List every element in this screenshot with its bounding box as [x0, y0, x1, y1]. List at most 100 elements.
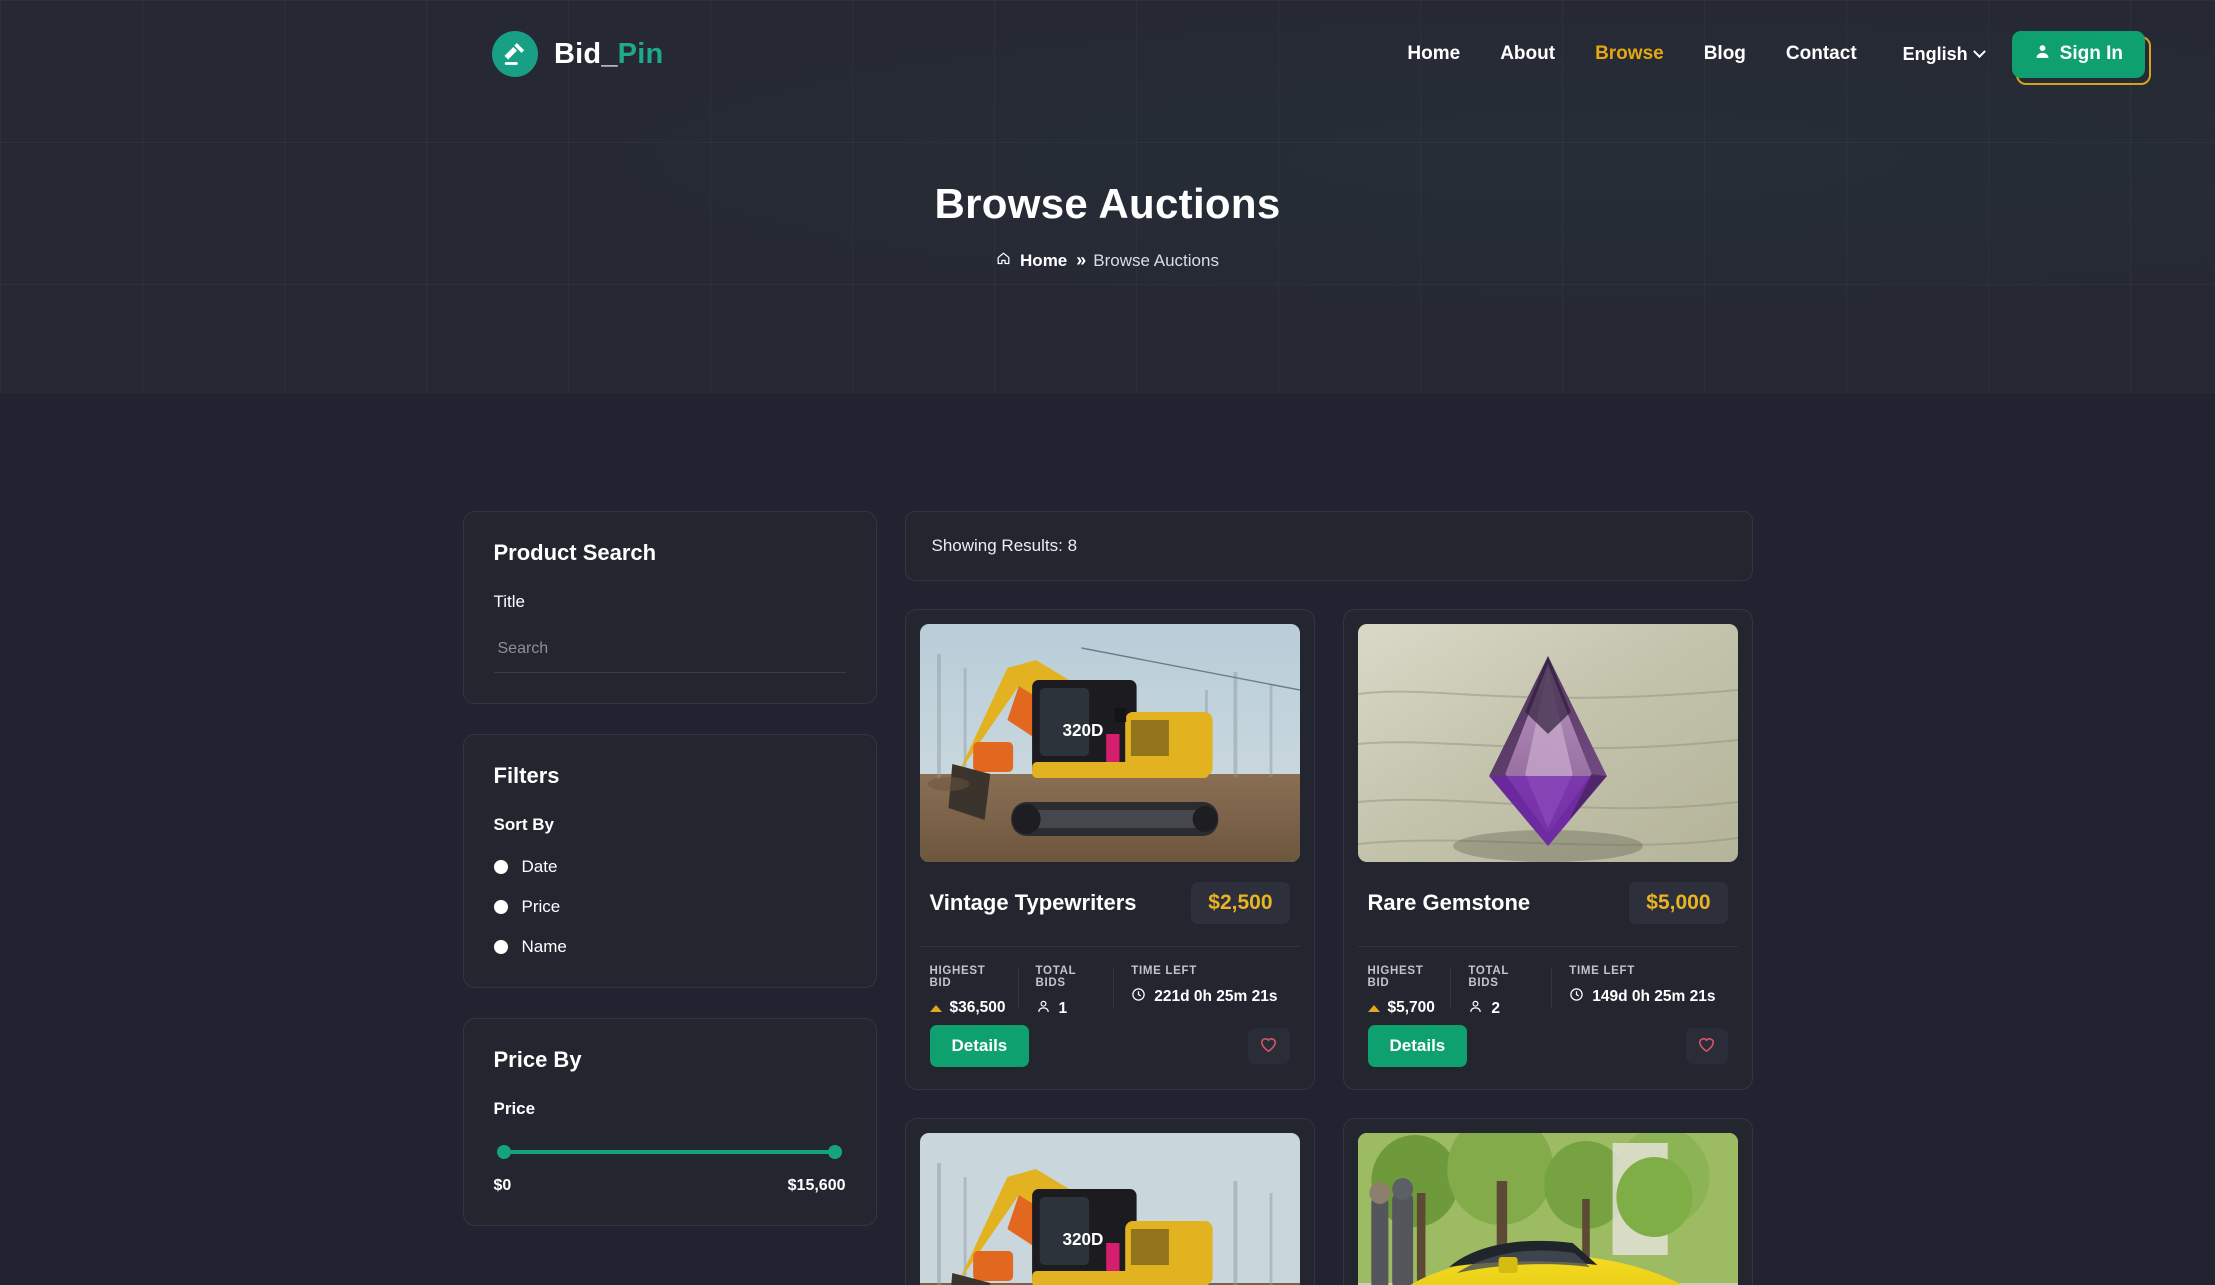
auction-card[interactable]: Rare Gemstone $5,000 HIGHEST BID $5,700: [1343, 609, 1753, 1090]
auction-card-header: Vintage Typewriters $2,500: [920, 862, 1300, 947]
page-title: Browse Auctions: [0, 180, 2215, 228]
filters-sidebar: Product Search Title Filters Sort By Dat…: [463, 511, 877, 1285]
stat-time-left-value: 149d 0h 25m 21s: [1592, 988, 1715, 1006]
auction-thumbnail-excavator[interactable]: 320D: [920, 1133, 1300, 1285]
home-icon: [996, 251, 1011, 271]
stat-total-bids-label: TOTAL BIDS: [1036, 965, 1102, 989]
heart-icon: [1259, 1035, 1278, 1057]
price-slider-label: Price: [494, 1099, 846, 1119]
svg-text:320D: 320D: [1062, 1229, 1103, 1250]
stat-time-left-value-row: 221d 0h 25m 21s: [1131, 987, 1277, 1007]
price-by-card: Price By Price $0 $15,600: [463, 1018, 877, 1226]
chevron-down-icon: [1973, 45, 1986, 58]
stat-highest-bid-value-row: $5,700: [1368, 999, 1439, 1017]
sign-in-wrapper: Sign In: [2012, 31, 2145, 78]
sign-in-label: Sign In: [2060, 43, 2123, 65]
favorite-button[interactable]: [1248, 1028, 1290, 1064]
sort-option-price-label: Price: [522, 897, 561, 917]
sort-option-price[interactable]: Price: [494, 897, 846, 917]
filters-card: Filters Sort By Date Price Name: [463, 734, 877, 988]
user-icon: [1036, 999, 1051, 1019]
auction-card[interactable]: 320D: [905, 1118, 1315, 1285]
nav-item-browse[interactable]: Browse: [1575, 35, 1684, 73]
gavel-icon: [492, 31, 538, 77]
filters-title: Filters: [494, 763, 846, 789]
stat-total-bids: TOTAL BIDS 1: [1018, 965, 1114, 1019]
stat-time-left-value: 221d 0h 25m 21s: [1154, 988, 1277, 1006]
hero-body: Browse Auctions Home ›› Browse Auctions: [0, 180, 2215, 271]
auction-thumbnail-excavator[interactable]: 320D: [920, 624, 1300, 862]
sort-by-label: Sort By: [494, 815, 846, 835]
stat-time-left-label: TIME LEFT: [1569, 965, 1715, 977]
brand-name-secondary: Pin: [618, 38, 664, 70]
nav-right-group: Home About Browse Blog Contact English: [1387, 31, 2145, 78]
main-content: Product Search Title Filters Sort By Dat…: [463, 393, 1753, 1285]
hero-section: Bid_Pin Home About Browse Blog Contact E…: [0, 0, 2215, 393]
user-icon: [2034, 43, 2051, 66]
price-by-title: Price By: [494, 1047, 846, 1073]
brand-logo-group[interactable]: Bid_Pin: [492, 31, 663, 77]
breadcrumb-home-label: Home: [1020, 251, 1067, 271]
search-input[interactable]: [494, 640, 846, 673]
auction-card[interactable]: [1343, 1118, 1753, 1285]
auction-card[interactable]: 320D Vintage Typewriters $2,500 HIGHEST …: [905, 609, 1315, 1090]
auction-card-header: Rare Gemstone $5,000: [1358, 862, 1738, 947]
stat-highest-bid-value-row: $36,500: [930, 999, 1006, 1017]
svg-text:320D: 320D: [1062, 720, 1103, 741]
price-min-value: $0: [494, 1177, 512, 1195]
price-slider-track: [499, 1150, 840, 1154]
stat-time-left: TIME LEFT 221d 0h 25m 21s: [1113, 965, 1289, 1019]
breadcrumb-separator: ››: [1076, 250, 1084, 271]
stat-total-bids-value-row: 2: [1468, 999, 1539, 1019]
stat-total-bids-label: TOTAL BIDS: [1468, 965, 1539, 989]
showing-results-text: Showing Results: 8: [932, 536, 1078, 555]
brand-name-primary: Bid_: [554, 38, 618, 70]
auction-thumbnail-gemstone[interactable]: [1358, 624, 1738, 862]
radio-icon: [494, 940, 508, 954]
brand-name: Bid_Pin: [554, 38, 663, 71]
user-icon: [1468, 999, 1483, 1019]
radio-icon: [494, 860, 508, 874]
nav-item-contact[interactable]: Contact: [1766, 35, 1877, 73]
details-button[interactable]: Details: [1368, 1025, 1468, 1067]
stat-time-left-label: TIME LEFT: [1131, 965, 1277, 977]
favorite-button[interactable]: [1686, 1028, 1728, 1064]
sign-in-button[interactable]: Sign In: [2012, 31, 2145, 78]
language-label: English: [1903, 44, 1968, 65]
auction-card-actions: Details: [920, 1019, 1300, 1089]
nav-item-home[interactable]: Home: [1387, 35, 1480, 73]
breadcrumb: Home ›› Browse Auctions: [0, 250, 2215, 271]
auction-stats: HIGHEST BID $36,500 TOTAL BIDS: [920, 947, 1300, 1019]
sort-option-date[interactable]: Date: [494, 857, 846, 877]
auction-card-actions: Details: [1358, 1019, 1738, 1089]
stat-total-bids-value: 1: [1059, 1000, 1068, 1018]
price-max-value: $15,600: [788, 1177, 846, 1195]
stat-highest-bid-label: HIGHEST BID: [1368, 965, 1439, 989]
auction-stats: HIGHEST BID $5,700 TOTAL BIDS: [1358, 947, 1738, 1019]
sort-option-date-label: Date: [522, 857, 558, 877]
auction-thumbnail-sportscar[interactable]: [1358, 1133, 1738, 1285]
stat-highest-bid-value: $5,700: [1388, 999, 1435, 1017]
stat-highest-bid-value: $36,500: [950, 999, 1006, 1017]
nav-item-blog[interactable]: Blog: [1684, 35, 1766, 73]
nav-item-about[interactable]: About: [1480, 35, 1575, 73]
auction-item-name: Vintage Typewriters: [930, 890, 1137, 916]
stat-highest-bid: HIGHEST BID $5,700: [1368, 965, 1451, 1019]
stat-total-bids-value-row: 1: [1036, 999, 1102, 1019]
sort-option-name[interactable]: Name: [494, 937, 846, 957]
auction-price-badge: $2,500: [1191, 882, 1289, 924]
auction-price-badge: $5,000: [1629, 882, 1727, 924]
language-selector[interactable]: English: [1877, 36, 1994, 73]
heart-icon: [1697, 1035, 1716, 1057]
price-slider-max-handle[interactable]: [828, 1145, 842, 1159]
radio-icon: [494, 900, 508, 914]
stat-total-bids-value: 2: [1491, 1000, 1500, 1018]
results-count-bar: Showing Results: 8: [905, 511, 1753, 581]
price-slider-min-handle[interactable]: [497, 1145, 511, 1159]
price-range-slider[interactable]: [499, 1145, 840, 1159]
stat-highest-bid: HIGHEST BID $36,500: [930, 965, 1018, 1019]
product-search-card: Product Search Title: [463, 511, 877, 704]
details-button[interactable]: Details: [930, 1025, 1030, 1067]
clock-icon: [1569, 987, 1584, 1007]
breadcrumb-home-link[interactable]: Home: [996, 251, 1067, 271]
